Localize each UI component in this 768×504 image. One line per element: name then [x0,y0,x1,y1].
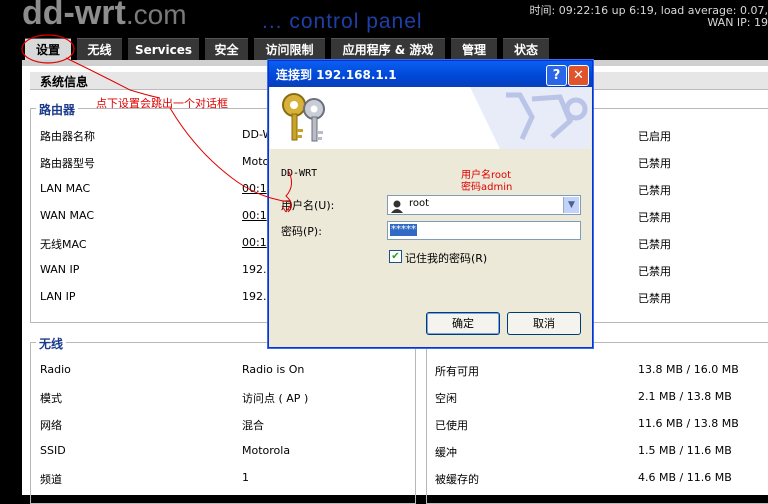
user-icon [391,198,403,213]
lan-mac-value[interactable]: 00:1 [242,182,267,195]
setup-hint-annotation: 点下设置会跳出一个对话框 [96,97,228,110]
tab-services[interactable]: Services [128,38,199,61]
password-hint-annotation: 密码admin [461,182,513,193]
wan-ip-status: WAN IP: 19 [707,16,768,29]
lan-ip-label: LAN IP [40,290,76,303]
service-status-1: 已启用 [638,130,671,143]
username-value: root [409,198,430,209]
wan-mac-value[interactable]: 00:1 [242,209,267,222]
mem-used-value: 11.6 MB / 13.8 MB [638,417,739,430]
tab-status[interactable]: 状态 [503,38,549,61]
ssid-value: Motorola [242,444,291,457]
network-value: 混合 [242,419,264,432]
mem-buffers-label: 缓冲 [435,446,457,459]
password-label: 密码(P): [281,225,322,238]
header-bar: dd-wrt.com ... control panel 时间: 09:22:1… [0,0,768,38]
mem-total-label: 所有可用 [435,365,479,378]
mem-free-label: 空闲 [435,392,457,405]
keys-icon [270,87,591,149]
logo-suffix: .com [125,0,187,30]
service-status-6: 已禁用 [638,265,671,278]
radio-label: Radio [40,363,71,376]
wireless-section-title: 无线 [36,335,67,352]
remember-password-checkbox[interactable]: ✔ [389,250,402,263]
close-button[interactable]: ✕ [568,65,589,86]
router-name-label: 路由器名称 [40,130,95,143]
tab-security[interactable]: 安全 [205,38,248,61]
tab-administration[interactable]: 管理 [451,38,497,61]
channel-label: 频道 [40,473,62,486]
tab-setup[interactable]: 设置 [25,38,71,61]
wireless-mac-label: 无线MAC [40,238,87,251]
dialog-realm: DD-WRT [281,168,318,179]
mem-free-value: 2.1 MB / 13.8 MB [638,390,732,403]
ssid-label: SSID [40,444,66,457]
system-info-title: 系统信息 [40,75,89,89]
logo-main: dd-wrt [22,0,126,32]
lan-mac-label: LAN MAC [40,182,91,195]
ok-button[interactable]: 确定 [426,312,500,335]
service-status-7: 已禁用 [638,292,671,305]
radio-value: Radio is On [242,363,305,376]
dialog-banner [270,87,591,149]
service-status-2: 已禁用 [638,157,671,170]
router-section-title: 路由器 [36,101,79,118]
mem-used-label: 已使用 [435,419,468,432]
wireless-mac-value[interactable]: 00:1 [242,236,267,249]
mem-total-value: 13.8 MB / 16.0 MB [638,363,739,376]
mode-label: 模式 [40,392,62,405]
tab-applications-gaming[interactable]: 应用程序 & 游戏 [331,38,445,61]
tab-wireless[interactable]: 无线 [77,38,122,61]
wan-ip-label: WAN IP [40,263,80,276]
wan-mac-label: WAN MAC [40,209,95,222]
service-status-3: 已禁用 [638,184,671,197]
logo: dd-wrt.com [22,0,187,33]
mem-cached-label: 被缓存的 [435,473,479,486]
wireless-fieldset [30,342,416,504]
dialog-title-bar[interactable]: 连接到 192.168.1.1 ? ✕ [269,61,592,87]
mem-buffers-value: 1.5 MB / 11.6 MB [638,444,732,457]
password-field[interactable]: ***** [387,221,581,240]
remember-password-label[interactable]: 记住我的密码(R) [405,250,487,266]
control-panel-title: ... control panel [262,10,423,33]
tab-access-restrictions[interactable]: 访问限制 [254,38,325,61]
username-label: 用户名(U): [281,199,335,212]
service-status-5: 已禁用 [638,238,671,251]
mem-cached-value: 4.6 MB / 11.6 MB [638,471,732,484]
left-margin [0,60,22,495]
network-label: 网络 [40,419,62,432]
login-dialog: 连接到 192.168.1.1 ? ✕ DD-WRT 用户名(U): root … [268,60,593,348]
router-model-label: 路由器型号 [40,157,95,170]
dialog-title: 连接到 192.168.1.1 [276,68,397,82]
password-value: ***** [390,224,417,236]
channel-value: 1 [242,471,249,484]
mode-value: 访问点 ( AP ) [242,392,309,405]
chevron-down-icon[interactable]: ▼ [563,197,579,213]
cancel-button[interactable]: 取消 [507,312,581,335]
service-status-4: 已禁用 [638,211,671,224]
help-button[interactable]: ? [546,65,567,86]
username-combobox[interactable]: root ▼ [387,195,581,215]
